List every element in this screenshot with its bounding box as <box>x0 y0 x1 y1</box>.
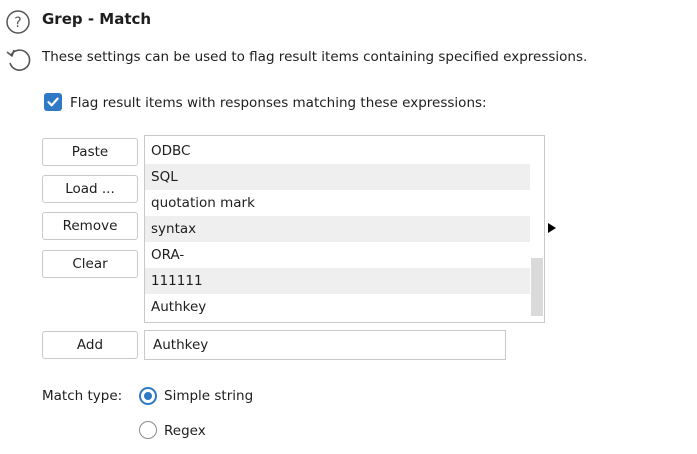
expression-list[interactable]: ODBC SQL quotation mark syntax ORA- 1111… <box>144 135 545 323</box>
list-item[interactable]: ORA- <box>145 242 531 268</box>
clear-button[interactable]: Clear <box>42 250 138 278</box>
match-type-label: Match type: <box>42 388 123 404</box>
svg-text:?: ? <box>14 15 21 31</box>
expand-arrow-icon[interactable] <box>548 223 556 233</box>
load-button[interactable]: Load ... <box>42 175 138 203</box>
list-item[interactable]: Authkey <box>145 294 531 320</box>
flag-result-checkbox[interactable] <box>44 93 62 111</box>
restore-defaults-icon[interactable] <box>5 46 33 74</box>
regex-radio[interactable] <box>139 421 157 439</box>
list-item[interactable]: syntax <box>145 216 531 242</box>
expression-input[interactable]: Authkey <box>144 330 506 360</box>
help-icon[interactable]: ? <box>5 9 31 35</box>
section-title: Grep - Match <box>42 10 152 28</box>
flag-result-label: Flag result items with responses matchin… <box>70 95 487 111</box>
regex-label[interactable]: Regex <box>164 421 206 441</box>
paste-button[interactable]: Paste <box>42 138 138 166</box>
remove-button[interactable]: Remove <box>42 212 138 240</box>
list-scrollbar-thumb[interactable] <box>531 258 543 316</box>
list-item[interactable]: ODBC <box>145 138 531 164</box>
list-item[interactable]: 111111 <box>145 268 531 294</box>
add-button[interactable]: Add <box>42 331 138 359</box>
section-description: These settings can be used to flag resul… <box>42 49 588 65</box>
list-item[interactable]: SQL <box>145 164 531 190</box>
list-item[interactable]: quotation mark <box>145 190 531 216</box>
simple-string-label[interactable]: Simple string <box>164 386 253 406</box>
simple-string-radio[interactable] <box>139 387 157 405</box>
checkmark-icon <box>47 97 59 107</box>
